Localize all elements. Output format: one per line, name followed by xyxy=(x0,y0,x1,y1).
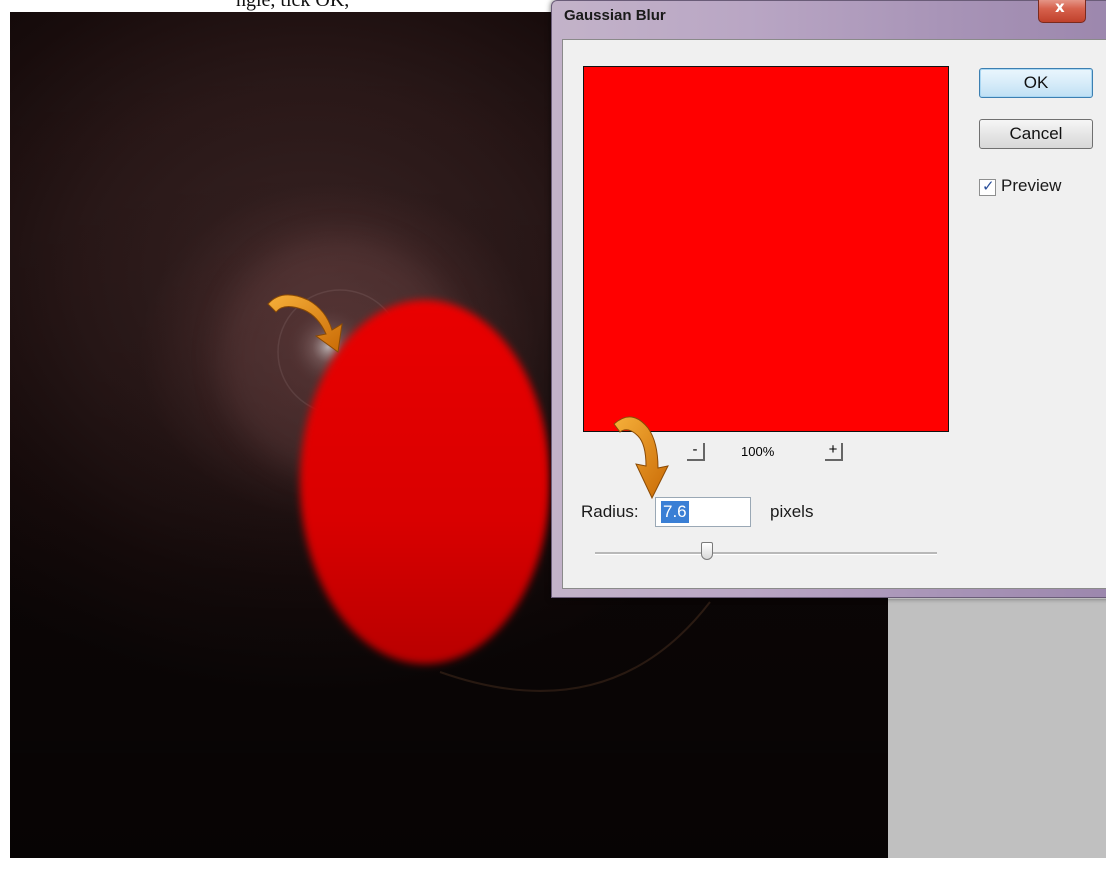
radius-slider-track[interactable] xyxy=(595,552,937,555)
ok-button[interactable]: OK xyxy=(979,68,1093,98)
dialog-body: - 100% + Radius: 7.6 pixels OK Cancel ✓ … xyxy=(562,39,1106,589)
radius-label: Radius: xyxy=(581,502,639,521)
screenshot: ngle, tick OK, Gaussian Blur x - 100% + … xyxy=(0,0,1106,883)
dialog-title: Gaussian Blur xyxy=(564,7,666,24)
close-button[interactable]: x xyxy=(1038,0,1086,23)
preview-checkbox[interactable]: ✓ xyxy=(979,177,996,196)
radius-unit-label: pixels xyxy=(770,502,814,521)
zoom-level: 100% xyxy=(741,444,775,459)
radius-slider-thumb[interactable] xyxy=(701,542,713,560)
preview-label: Preview xyxy=(1001,176,1062,195)
document-caption-text: ngle, tick OK, xyxy=(236,0,350,11)
bottom-margin xyxy=(0,858,1106,883)
cancel-button[interactable]: Cancel xyxy=(979,119,1093,149)
close-icon: x xyxy=(1055,0,1065,16)
curved-arrow-icon xyxy=(613,416,669,500)
curved-arrow-icon xyxy=(267,294,343,353)
left-margin xyxy=(0,12,10,858)
workspace-background xyxy=(888,599,1106,858)
preview-pane[interactable] xyxy=(583,66,949,432)
gaussian-blur-dialog: Gaussian Blur x - 100% + Radius: 7.6 pix… xyxy=(551,0,1106,598)
zoom-out-button[interactable]: - xyxy=(687,442,705,461)
radius-value: 7.6 xyxy=(661,501,689,523)
zoom-in-button[interactable]: + xyxy=(825,442,843,461)
checkmark-icon: ✓ xyxy=(982,177,995,195)
